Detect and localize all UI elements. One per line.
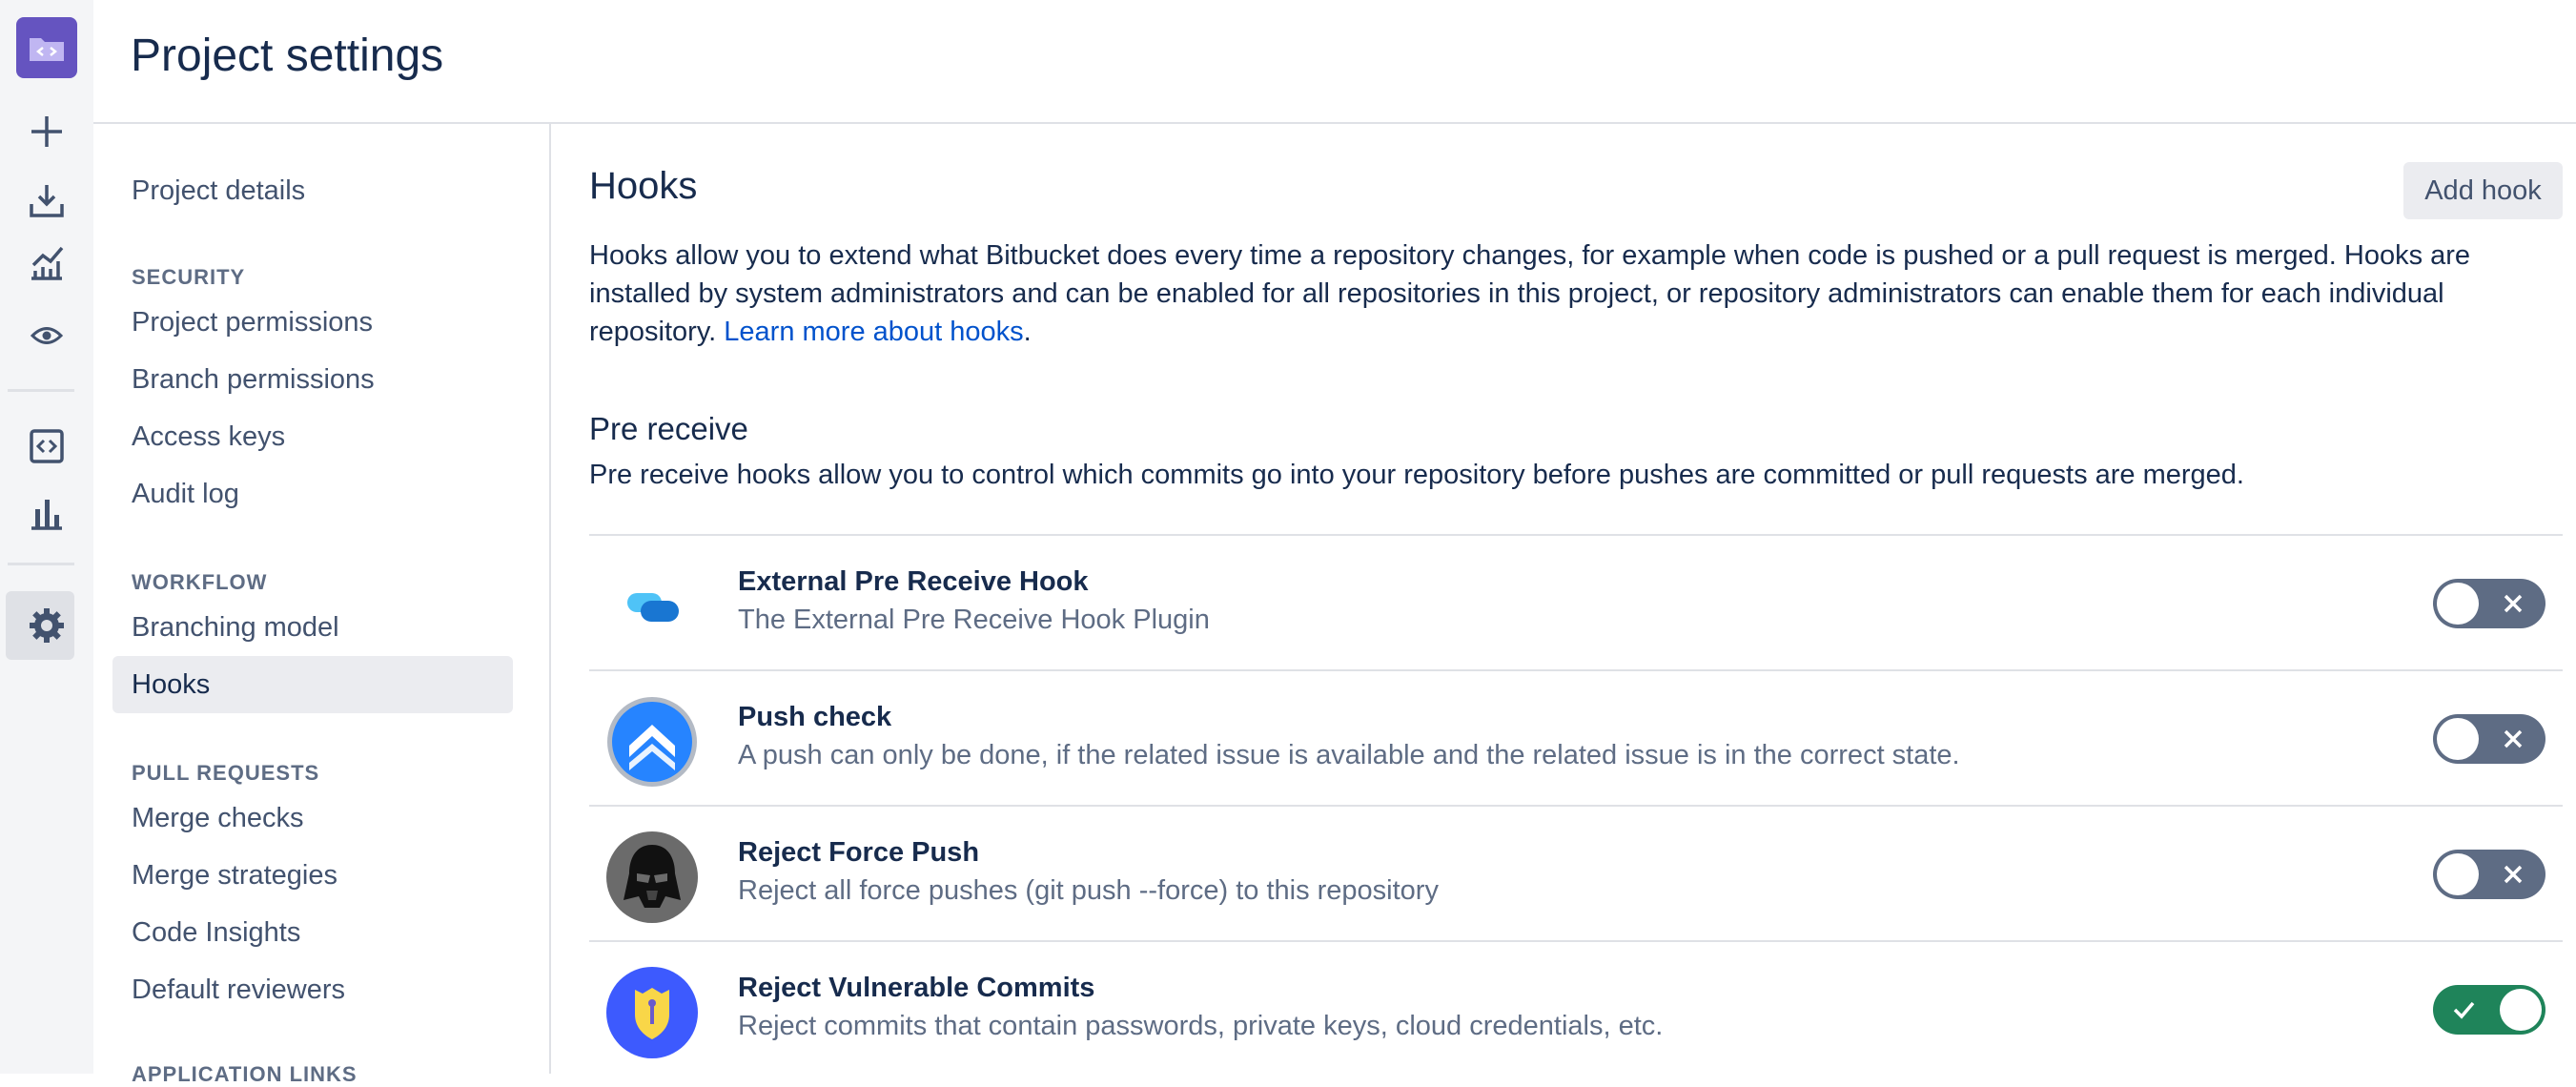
pre-receive-description: Pre receive hooks allow you to control w… bbox=[589, 460, 2244, 490]
nav-item-project-permissions[interactable]: Project permissions bbox=[112, 294, 513, 351]
hook-toggle[interactable] bbox=[2433, 850, 2545, 899]
hook-row-reject-vulnerable-commits: Reject Vulnerable Commits Reject commits… bbox=[589, 940, 2563, 1076]
hook-name: Push check bbox=[738, 702, 892, 732]
toggle-knob bbox=[2437, 853, 2479, 895]
external-hook-logo-icon bbox=[606, 561, 698, 652]
clone-icon[interactable] bbox=[0, 179, 93, 221]
push-check-logo-icon bbox=[606, 696, 698, 788]
nav-section-workflow: WORKFLOW bbox=[132, 570, 268, 594]
hook-row-reject-force-push: Reject Force Push Reject all force pushe… bbox=[589, 805, 2563, 940]
page-title: Project settings bbox=[131, 31, 444, 81]
nav-item-branching-model[interactable]: Branching model bbox=[112, 599, 513, 656]
nav-item-default-reviewers[interactable]: Default reviewers bbox=[112, 961, 513, 1018]
hook-toggle[interactable] bbox=[2433, 985, 2545, 1035]
global-sidebar bbox=[0, 0, 93, 1074]
hook-name: Reject Force Push bbox=[738, 837, 980, 868]
check-icon bbox=[2453, 1001, 2475, 1019]
watch-icon[interactable] bbox=[0, 315, 93, 357]
shield-logo-icon bbox=[606, 967, 698, 1058]
hook-description: The External Pre Receive Hook Plugin bbox=[738, 605, 1210, 635]
chart-icon[interactable] bbox=[0, 492, 93, 534]
close-icon bbox=[2504, 865, 2523, 884]
nav-item-audit-log[interactable]: Audit log bbox=[112, 465, 513, 523]
pre-receive-heading: Pre receive bbox=[589, 411, 748, 446]
hooks-heading: Hooks bbox=[589, 165, 698, 207]
nav-item-merge-strategies[interactable]: Merge strategies bbox=[112, 847, 513, 904]
toggle-knob bbox=[2437, 718, 2479, 760]
learn-more-link[interactable]: Learn more about hooks bbox=[724, 317, 1023, 347]
nav-item-merge-checks[interactable]: Merge checks bbox=[112, 790, 513, 847]
nav-section-application-links: APPLICATION LINKS bbox=[132, 1062, 358, 1086]
close-icon bbox=[2504, 594, 2523, 613]
toggle-knob bbox=[2500, 989, 2542, 1031]
add-hook-button[interactable]: Add hook bbox=[2403, 162, 2563, 219]
rail-separator bbox=[8, 389, 74, 392]
project-avatar-icon[interactable] bbox=[0, 17, 93, 78]
hook-row-external-pre-receive: External Pre Receive Hook The External P… bbox=[589, 534, 2563, 669]
darth-vader-logo-icon bbox=[606, 831, 698, 923]
nav-section-security: SECURITY bbox=[132, 265, 246, 289]
hook-description: A push can only be done, if the related … bbox=[738, 740, 1960, 770]
hook-description: Reject all force pushes (git push --forc… bbox=[738, 875, 1439, 906]
settings-nav: Project details SECURITY Project permiss… bbox=[93, 124, 549, 1086]
hook-name: Reject Vulnerable Commits bbox=[738, 973, 1095, 1003]
settings-icon[interactable] bbox=[0, 605, 93, 646]
create-icon[interactable] bbox=[0, 111, 93, 153]
hook-name: External Pre Receive Hook bbox=[738, 566, 1089, 597]
code-icon[interactable] bbox=[0, 425, 93, 467]
nav-divider bbox=[549, 124, 551, 1074]
nav-item-project-details[interactable]: Project details bbox=[112, 162, 513, 219]
close-icon bbox=[2504, 729, 2523, 749]
hook-toggle[interactable] bbox=[2433, 714, 2545, 764]
hooks-intro: Hooks allow you to extend what Bitbucket… bbox=[589, 240, 2471, 347]
insights-icon[interactable] bbox=[0, 242, 93, 284]
nav-item-branch-permissions[interactable]: Branch permissions bbox=[112, 351, 513, 408]
nav-section-pull-requests: PULL REQUESTS bbox=[132, 761, 320, 785]
nav-item-hooks[interactable]: Hooks bbox=[112, 656, 513, 713]
nav-item-code-insights[interactable]: Code Insights bbox=[112, 904, 513, 961]
toggle-knob bbox=[2437, 583, 2479, 625]
rail-separator bbox=[8, 563, 74, 565]
hook-description: Reject commits that contain passwords, p… bbox=[738, 1011, 1664, 1041]
hook-row-push-check: Push check A push can only be done, if t… bbox=[589, 669, 2563, 805]
hook-toggle[interactable] bbox=[2433, 579, 2545, 628]
nav-item-access-keys[interactable]: Access keys bbox=[112, 408, 513, 465]
